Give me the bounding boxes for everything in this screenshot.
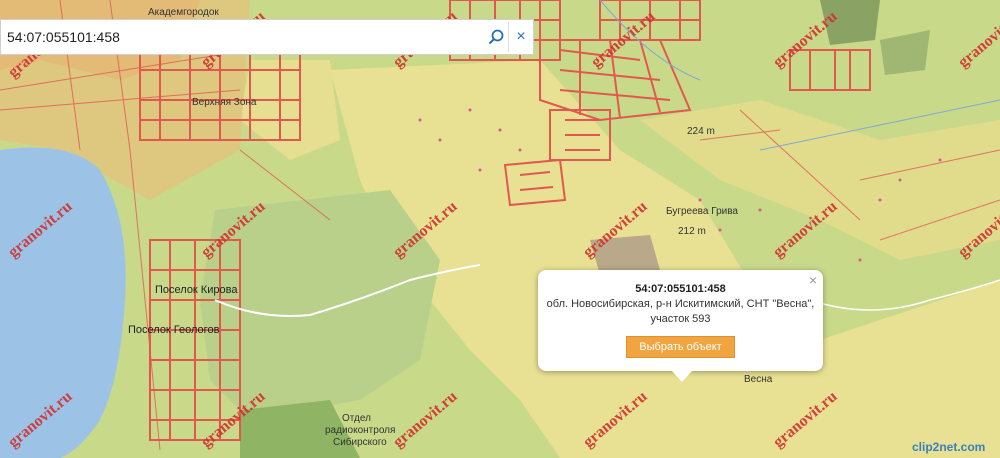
place-label-radiokontrol: радиоконтроля	[325, 425, 396, 436]
place-label-kirova: Поселок Кирова	[155, 284, 238, 296]
search-input[interactable]	[1, 22, 484, 52]
popup-plot: участок 593	[650, 313, 711, 325]
search-button[interactable]	[484, 22, 508, 52]
select-object-button[interactable]: Выбрать объект	[626, 336, 735, 358]
search-bar: ×	[0, 19, 534, 55]
map-canvas[interactable]	[0, 0, 1000, 458]
close-icon: ×	[516, 28, 526, 45]
place-label-height-224: 224 m	[687, 126, 715, 137]
popup-address: обл. Новосибирская, р-н Искитимский, СНТ…	[546, 298, 815, 310]
popup-close-button[interactable]: ×	[809, 272, 817, 288]
place-label-verkhnyaya-zona: Верхняя Зона	[192, 97, 257, 108]
place-label-otdel: Отдел	[342, 413, 371, 424]
place-label-akademgorodok: Академгородок	[148, 7, 219, 18]
place-label-vesna: Весна	[744, 374, 773, 385]
search-icon	[488, 29, 504, 45]
place-label-bugreva: Бугреева Грива	[666, 206, 738, 217]
place-label-geologov: Поселок Геологов	[128, 324, 220, 336]
object-info-popup: × 54:07:055101:458 обл. Новосибирская, р…	[538, 270, 823, 382]
place-label-bugreva-height: 212 m	[678, 226, 706, 237]
clear-search-button[interactable]: ×	[508, 22, 533, 52]
cadastral-number: 54:07:055101:458	[635, 283, 726, 295]
brand-logo: clip2net.com	[912, 440, 986, 454]
place-label-sibirskogo: Сибирского	[333, 437, 387, 448]
popup-pointer	[672, 371, 692, 382]
